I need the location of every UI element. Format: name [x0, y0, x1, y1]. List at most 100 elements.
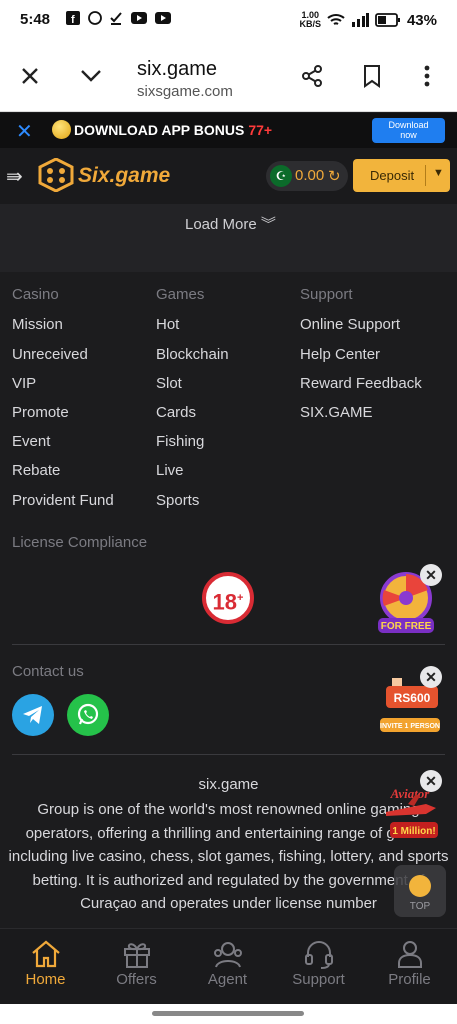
nav-offers-label: Offers	[116, 971, 157, 988]
download-check-icon	[110, 12, 123, 25]
nav-agent-label: Agent	[207, 971, 248, 988]
share-icon	[302, 65, 322, 87]
footer-column-title-casino: Casino	[12, 286, 59, 303]
footer-link-blockchain[interactable]: Blockchain	[156, 346, 229, 363]
footer-link-vip[interactable]: VIP	[12, 375, 36, 392]
load-more-label: Load More	[185, 216, 257, 233]
download-button-line2: now	[400, 130, 417, 140]
footer-divider-2	[12, 754, 445, 755]
load-more-button[interactable]: Load More ︾	[185, 213, 276, 234]
nav-support-label: Support	[292, 971, 345, 988]
footer-link-cards[interactable]: Cards	[156, 404, 196, 421]
balance-amount: 0.00	[295, 167, 325, 184]
footer-link-mission[interactable]: Mission	[12, 316, 63, 333]
close-banner-icon[interactable]: ✕	[16, 119, 33, 144]
bookmark-icon	[364, 65, 380, 88]
battery-percent: 43%	[406, 11, 437, 29]
status-right: 1.00 KB/S 43%	[299, 11, 437, 29]
profile-icon	[398, 941, 422, 968]
footer-divider	[12, 644, 445, 645]
footer-link-event[interactable]: Event	[12, 433, 50, 450]
footer-link-reward-feedback[interactable]: Reward Feedback	[300, 375, 422, 392]
deposit-button[interactable]: Deposit ▼	[353, 159, 450, 192]
top-label: TOP	[409, 901, 431, 912]
nav-home[interactable]: Home	[0, 929, 91, 1005]
chevron-down-icon	[81, 70, 101, 82]
page-url[interactable]: sixsgame.com	[137, 83, 233, 100]
facebook-icon: f	[66, 11, 80, 26]
caret-down-icon[interactable]: ▼	[433, 167, 444, 179]
back-to-top-button[interactable]: TOP	[394, 865, 446, 917]
footer-link-promote[interactable]: Promote	[12, 404, 69, 421]
wallet-balance[interactable]: ☪ 0.00 ↻	[266, 161, 348, 191]
age-badge-plus: +	[237, 592, 244, 604]
whatsapp-icon	[77, 703, 99, 725]
age-badge-number: 18	[212, 589, 238, 615]
top-icon	[409, 875, 431, 897]
footer-link-six-game[interactable]: SIX.GAME	[300, 404, 373, 421]
download-button-line1: Download	[388, 120, 429, 130]
site-header: ⇛ Six.game ☪ 0.00 ↻ Deposit ▼	[0, 148, 457, 204]
wheel-label: FOR FREE	[381, 621, 432, 632]
six-game-logo-icon[interactable]	[38, 158, 74, 192]
currency-flag-icon: ☪	[270, 165, 292, 187]
close-wheel-promo-button[interactable]: ✕	[420, 564, 442, 586]
invite-label: INVITE 1 PERSON	[380, 723, 440, 730]
collapse-button[interactable]	[77, 62, 105, 90]
promo-bonus: 77+	[248, 122, 273, 138]
battery-icon	[375, 13, 400, 27]
double-chevron-down-icon: ︾	[260, 216, 276, 233]
menu-icon[interactable]: ⇛	[6, 164, 23, 189]
telegram-button[interactable]	[12, 694, 54, 736]
bottom-navigation: Home Offers Agent Support Profile	[0, 928, 457, 1004]
footer-link-hot[interactable]: Hot	[156, 316, 179, 333]
download-app-banner: ✕ DOWNLOAD APP BONUS 77+ Download now	[0, 113, 457, 148]
youtube-icon-2	[154, 12, 171, 24]
nav-support[interactable]: Support	[273, 929, 364, 1005]
gift-icon	[124, 943, 150, 968]
footer-link-sports[interactable]: Sports	[156, 492, 199, 509]
home-icon	[32, 940, 60, 968]
promo-label: DOWNLOAD APP BONUS	[74, 122, 245, 138]
nav-offers[interactable]: Offers	[91, 929, 182, 1005]
footer-link-live[interactable]: Live	[156, 462, 184, 479]
home-gesture-handle[interactable]	[152, 1011, 304, 1016]
share-button[interactable]	[298, 62, 326, 90]
license-compliance-title: License Compliance	[12, 534, 148, 551]
youtube-icon	[130, 12, 147, 24]
bookmark-button[interactable]	[358, 62, 386, 90]
download-now-button[interactable]: Download now	[372, 118, 445, 143]
notification-icons: f	[66, 11, 171, 28]
footer-link-fishing[interactable]: Fishing	[156, 433, 204, 450]
headset-icon	[305, 941, 333, 969]
net-speed: 1.00 KB/S	[299, 11, 321, 29]
signal-icon	[351, 13, 369, 27]
close-icon	[22, 68, 38, 84]
status-time: 5:48	[20, 11, 51, 28]
footer-link-help-center[interactable]: Help Center	[300, 346, 380, 363]
browser-toolbar: six.game sixsgame.com	[0, 40, 457, 112]
footer-link-provident-fund[interactable]: Provident Fund	[12, 492, 114, 509]
footer-link-slot[interactable]: Slot	[156, 375, 182, 392]
nav-agent[interactable]: Agent	[182, 929, 273, 1005]
promo-text: DOWNLOAD APP BONUS 77+	[74, 122, 272, 138]
close-aviator-promo-button[interactable]: ✕	[420, 770, 442, 792]
nav-home-label: Home	[25, 971, 66, 988]
close-tab-button[interactable]	[16, 62, 44, 90]
agent-icon	[214, 942, 242, 968]
more-vertical-icon	[424, 65, 430, 87]
whatsapp-button[interactable]	[67, 694, 109, 736]
nav-profile[interactable]: Profile	[364, 929, 455, 1005]
whatsapp-icon	[87, 11, 102, 25]
refresh-balance-icon[interactable]: ↻	[328, 167, 341, 185]
page-domain[interactable]: six.game	[137, 58, 217, 81]
footer-column-title-games: Games	[156, 286, 205, 303]
footer-link-rebate[interactable]: Rebate	[12, 462, 60, 479]
wifi-icon	[327, 14, 345, 25]
more-options-button[interactable]	[413, 62, 441, 90]
brand-name[interactable]: Six.game	[78, 164, 170, 188]
footer-link-unreceived[interactable]: Unreceived	[12, 346, 88, 363]
close-invite-promo-button[interactable]: ✕	[420, 666, 442, 688]
footer-link-online-support[interactable]: Online Support	[300, 316, 400, 333]
nav-profile-label: Profile	[388, 971, 431, 988]
